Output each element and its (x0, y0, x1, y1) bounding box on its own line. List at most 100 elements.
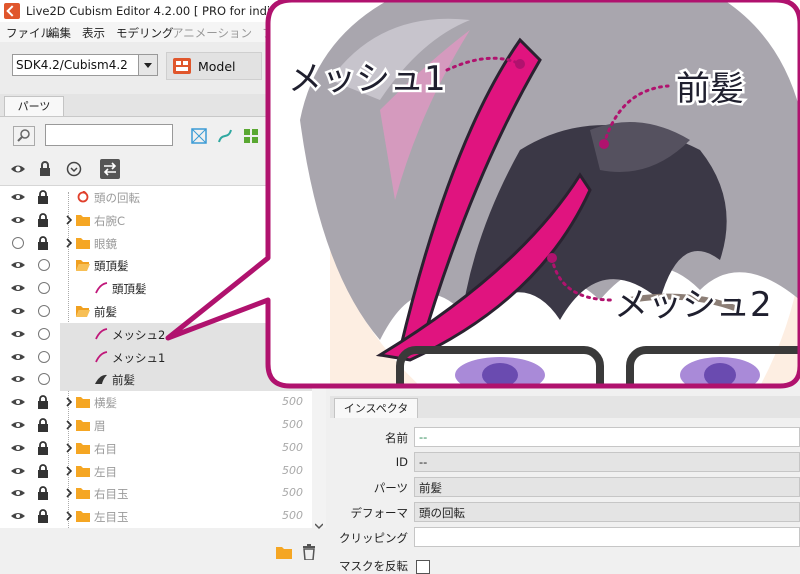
chevron-circle-icon[interactable] (66, 161, 82, 177)
scroll-down-icon[interactable] (315, 522, 323, 530)
lock-icon[interactable] (37, 161, 53, 177)
folder-open-icon (76, 306, 90, 317)
inspector-part-field[interactable]: 前髪 (414, 477, 800, 497)
lock-icon[interactable] (37, 190, 49, 204)
unlocked-icon[interactable] (38, 350, 50, 363)
eye-icon[interactable] (11, 396, 25, 408)
art-mesh-icon (95, 327, 108, 340)
unlocked-icon[interactable] (38, 373, 50, 386)
unlocked-icon[interactable] (38, 259, 50, 272)
lock-icon[interactable] (37, 235, 49, 250)
eye-icon[interactable] (11, 191, 25, 203)
tree-row[interactable]: 頭頂髪 (0, 254, 312, 277)
parts-column-header (0, 153, 330, 186)
lock-icon[interactable] (37, 509, 49, 524)
name-placeholder: -- (419, 430, 428, 444)
eye-icon[interactable] (11, 305, 25, 317)
chevron-right-icon[interactable] (66, 215, 72, 225)
tree-row-label: 左目玉 (94, 510, 129, 525)
parts-bottom-bar (0, 540, 330, 566)
swap-icon[interactable] (100, 159, 120, 179)
eye-icon[interactable] (11, 373, 25, 385)
eye-icon[interactable] (11, 510, 25, 522)
lock-icon[interactable] (37, 463, 49, 478)
lock-icon[interactable] (37, 212, 49, 227)
tree-row[interactable]: 左目玉 500 (0, 505, 312, 528)
main-toolbar: SDK4.2/Cubism4.2 Model (0, 42, 800, 95)
eye-icon[interactable] (11, 465, 25, 477)
inspector-id-field[interactable]: -- (414, 452, 800, 472)
menu-modeling[interactable]: モデリング (116, 25, 174, 41)
menu-view[interactable]: 表示 (82, 25, 105, 41)
inspector-clipping-label: クリッピング (339, 531, 408, 545)
folder-icon (76, 420, 90, 431)
chevron-right-icon[interactable] (66, 238, 72, 248)
tree-row-label: 左目 (94, 464, 117, 479)
tree-row-label: 眼鏡 (94, 236, 117, 251)
eye-icon[interactable] (11, 259, 25, 271)
eye-icon[interactable] (11, 328, 25, 340)
parts-search-input[interactable] (45, 124, 173, 146)
unlocked-icon[interactable] (38, 327, 50, 340)
eye-icon[interactable] (11, 419, 25, 431)
tree-row[interactable]: 眼鏡 (0, 232, 312, 255)
chevron-right-icon[interactable] (66, 397, 72, 407)
lock-icon[interactable] (37, 418, 49, 432)
chevron-right-icon[interactable] (66, 511, 72, 521)
tree-row[interactable]: メッシュ1 (11, 345, 312, 369)
eye-icon[interactable] (10, 161, 26, 177)
tree-row[interactable]: 右腕C (0, 209, 312, 232)
menu-animation[interactable]: アニメーション (172, 25, 252, 41)
inspector-deformer-field[interactable]: 頭の回転 (414, 502, 800, 522)
lock-icon[interactable] (37, 395, 49, 410)
tree-row[interactable]: 眉 500 (0, 414, 312, 437)
search-tool-button[interactable] (13, 126, 35, 146)
tree-row-value: 500 (282, 395, 303, 409)
menu-form[interactable]: フォー (262, 25, 297, 41)
tree-row[interactable]: メッシュ2 (11, 322, 312, 346)
folder-open-icon (76, 260, 90, 272)
trash-icon[interactable] (302, 544, 316, 560)
inspector-name-field[interactable]: -- (414, 427, 800, 447)
chevron-right-icon[interactable] (66, 488, 72, 498)
tree-row[interactable]: 右目玉 500 (0, 482, 312, 505)
parts-scrollbar[interactable] (312, 186, 326, 530)
tree-row[interactable]: 頭頂髪 (0, 277, 312, 300)
curve-filter-icon[interactable] (216, 127, 234, 145)
tree-row-label: 右腕C (94, 213, 126, 228)
tree-row-label: 右目 (94, 441, 117, 456)
folder-icon (76, 237, 90, 249)
menu-edit[interactable]: 編集 (48, 25, 71, 41)
new-folder-icon[interactable] (276, 545, 292, 559)
tree-row[interactable]: 左目 500 (0, 460, 312, 483)
eye-icon[interactable] (11, 442, 25, 454)
tree-row[interactable]: 横髪 500 (0, 391, 312, 414)
eye-icon[interactable] (11, 282, 25, 294)
lock-icon[interactable] (37, 486, 49, 501)
grid-filter-icon[interactable] (242, 127, 260, 145)
tab-parts[interactable]: パーツ (4, 96, 64, 116)
tree-row[interactable]: 右目 500 (0, 437, 312, 460)
chevron-down-icon[interactable] (138, 55, 157, 75)
deformer-filter-icon[interactable] (190, 127, 208, 145)
unlocked-icon[interactable] (38, 282, 50, 295)
chevron-right-icon[interactable] (66, 466, 72, 476)
eye-icon[interactable] (11, 351, 25, 363)
eye-icon[interactable] (11, 487, 25, 499)
visibility-off-icon[interactable] (12, 236, 24, 249)
inspector-name-label: 名前 (385, 431, 408, 445)
model-mode-button[interactable]: Model (166, 52, 262, 80)
tree-row[interactable]: 前髪 (11, 368, 312, 392)
mask-invert-checkbox[interactable] (416, 560, 430, 574)
eye-icon[interactable] (11, 214, 25, 226)
tab-inspector[interactable]: インスペクタ (334, 398, 418, 418)
tree-row[interactable]: 前髪 (0, 300, 312, 323)
chevron-right-icon[interactable] (66, 420, 72, 430)
menu-file[interactable]: ファイル (6, 25, 52, 41)
chevron-right-icon[interactable] (66, 443, 72, 453)
unlocked-icon[interactable] (38, 305, 50, 317)
sdk-version-select[interactable]: SDK4.2/Cubism4.2 (12, 54, 158, 76)
inspector-clipping-field[interactable] (414, 527, 800, 547)
lock-icon[interactable] (37, 440, 49, 455)
tree-row[interactable]: 頭の回転 (0, 186, 312, 209)
